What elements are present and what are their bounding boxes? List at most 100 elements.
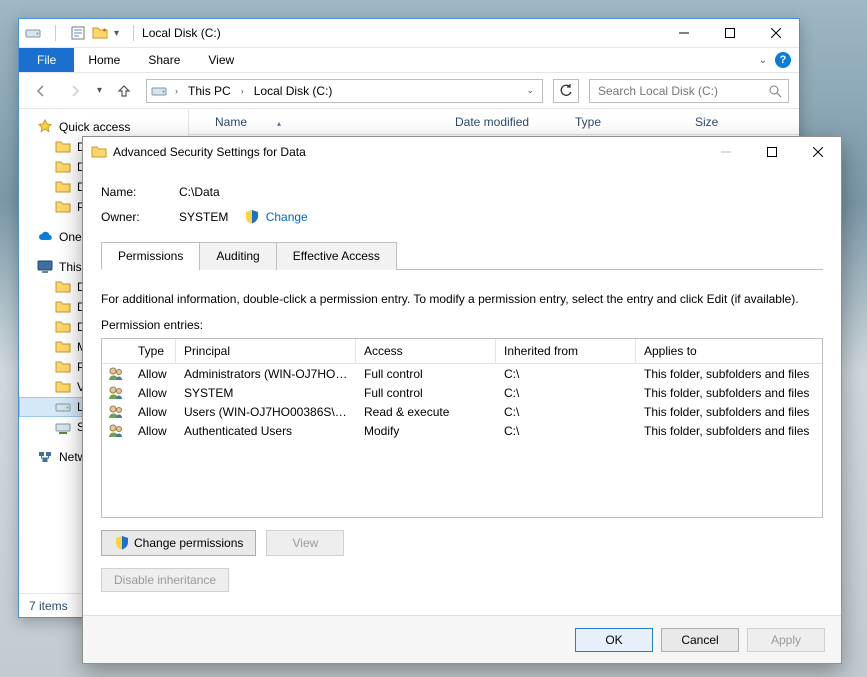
folder-icon — [55, 299, 71, 315]
dialog-title: Advanced Security Settings for Data — [113, 145, 306, 159]
cell-principal: SYSTEM — [176, 386, 356, 400]
view-tab[interactable]: View — [194, 48, 248, 72]
permission-entries-list: Type Principal Access Inherited from App… — [101, 338, 823, 518]
view-button: View — [266, 530, 344, 556]
maximize-button[interactable] — [707, 19, 753, 47]
cell-access: Full control — [356, 367, 496, 381]
search-box[interactable] — [589, 79, 789, 103]
close-button[interactable] — [795, 138, 841, 166]
folder-icon — [55, 279, 71, 295]
users-icon — [102, 404, 130, 420]
col-inherited[interactable]: Inherited from — [496, 339, 636, 363]
advanced-security-dialog: Advanced Security Settings for Data Name… — [82, 136, 842, 664]
search-icon — [768, 84, 782, 98]
tab-effective-access[interactable]: Effective Access — [276, 242, 397, 270]
cell-principal: Administrators (WIN-OJ7HO0… — [176, 367, 356, 381]
permission-entry-row[interactable]: AllowSYSTEMFull controlC:\This folder, s… — [102, 383, 822, 402]
window-title: Local Disk (C:) — [142, 26, 221, 40]
cell-type: Allow — [130, 367, 176, 381]
maximize-button[interactable] — [749, 138, 795, 166]
cell-inherited: C:\ — [496, 386, 636, 400]
dialog-tabs: Permissions Auditing Effective Access — [101, 241, 823, 270]
cell-type: Allow — [130, 424, 176, 438]
folder-icon — [55, 339, 71, 355]
users-icon — [102, 366, 130, 382]
close-button[interactable] — [753, 19, 799, 47]
chevron-right-icon[interactable]: › — [239, 86, 246, 96]
tab-auditing[interactable]: Auditing — [199, 242, 276, 270]
drive-icon — [151, 83, 167, 99]
breadcrumb-segment[interactable]: This PC — [186, 84, 233, 98]
separator — [133, 25, 134, 41]
col-access[interactable]: Access — [356, 339, 496, 363]
cell-access: Read & execute — [356, 405, 496, 419]
refresh-button[interactable] — [553, 79, 579, 103]
quick-access-toolbar: ▾ — [25, 25, 142, 41]
nav-label: Quick access — [59, 120, 130, 134]
ok-button[interactable]: OK — [575, 628, 653, 652]
column-type[interactable]: Type — [569, 115, 689, 129]
cell-applies: This folder, subfolders and files — [636, 424, 822, 438]
owner-value: SYSTEM — [179, 210, 228, 224]
network-icon — [37, 449, 53, 465]
new-folder-icon[interactable] — [92, 25, 108, 41]
separator — [55, 25, 56, 41]
chevron-right-icon[interactable]: › — [173, 86, 180, 96]
properties-icon[interactable] — [70, 25, 86, 41]
item-count: 7 items — [29, 599, 68, 613]
quick-access-header[interactable]: Quick access — [19, 117, 188, 137]
users-icon — [102, 423, 130, 439]
help-icon[interactable]: ? — [775, 52, 791, 68]
folder-icon — [55, 319, 71, 335]
permission-entry-row[interactable]: AllowUsers (WIN-OJ7HO00386S\Us…Read & ex… — [102, 402, 822, 421]
folder-icon — [55, 199, 71, 215]
info-text: For additional information, double-click… — [101, 282, 823, 316]
minimize-button[interactable] — [661, 19, 707, 47]
drive-icon — [25, 25, 41, 41]
forward-button[interactable] — [63, 79, 87, 103]
cancel-button[interactable]: Cancel — [661, 628, 739, 652]
column-date[interactable]: Date modified — [449, 115, 569, 129]
folder-icon — [55, 179, 71, 195]
breadcrumb-segment[interactable]: Local Disk (C:) — [252, 84, 335, 98]
cell-inherited: C:\ — [496, 367, 636, 381]
disable-inheritance-button: Disable inheritance — [101, 568, 229, 592]
qat-dropdown-icon[interactable]: ▾ — [114, 28, 119, 39]
column-size[interactable]: Size — [689, 115, 769, 129]
change-owner-link[interactable]: Change — [266, 210, 308, 224]
share-tab[interactable]: Share — [134, 48, 194, 72]
cell-applies: This folder, subfolders and files — [636, 367, 822, 381]
search-input[interactable] — [596, 83, 768, 99]
permission-entry-row[interactable]: AllowAuthenticated UsersModifyC:\This fo… — [102, 421, 822, 440]
change-permissions-button[interactable]: Change permissions — [101, 530, 256, 556]
cell-type: Allow — [130, 405, 176, 419]
drive-icon — [55, 399, 71, 415]
file-menu[interactable]: File — [19, 48, 74, 72]
back-button[interactable] — [29, 79, 53, 103]
permission-entry-row[interactable]: AllowAdministrators (WIN-OJ7HO0…Full con… — [102, 364, 822, 383]
netdrive-icon — [55, 419, 71, 435]
home-tab[interactable]: Home — [74, 48, 134, 72]
expand-ribbon-icon[interactable]: ⌄ — [759, 55, 767, 66]
folder-icon — [91, 144, 107, 160]
address-bar[interactable]: › This PC › Local Disk (C:) ⌄ — [146, 79, 543, 103]
monitor-icon — [37, 259, 53, 275]
sort-asc-icon: ▴ — [247, 119, 281, 128]
folder-icon — [55, 139, 71, 155]
owner-label: Owner: — [101, 210, 171, 224]
address-dropdown-icon[interactable]: ⌄ — [522, 85, 538, 96]
up-button[interactable] — [112, 79, 136, 103]
list-body[interactable]: AllowAdministrators (WIN-OJ7HO0…Full con… — [102, 364, 822, 517]
column-name[interactable]: Name▴ — [209, 115, 449, 129]
history-dropdown-icon[interactable]: ▾ — [97, 85, 102, 96]
name-value: C:\Data — [179, 185, 220, 199]
col-principal[interactable]: Principal — [176, 339, 356, 363]
col-applies[interactable]: Applies to — [636, 339, 822, 363]
cell-access: Full control — [356, 386, 496, 400]
ribbon-tabs: File Home Share View ⌄ ? — [19, 47, 799, 73]
col-type[interactable]: Type — [130, 339, 176, 363]
list-header: Type Principal Access Inherited from App… — [102, 339, 822, 364]
name-label: Name: — [101, 185, 171, 199]
cloud-icon — [37, 229, 53, 245]
tab-permissions[interactable]: Permissions — [101, 242, 200, 270]
